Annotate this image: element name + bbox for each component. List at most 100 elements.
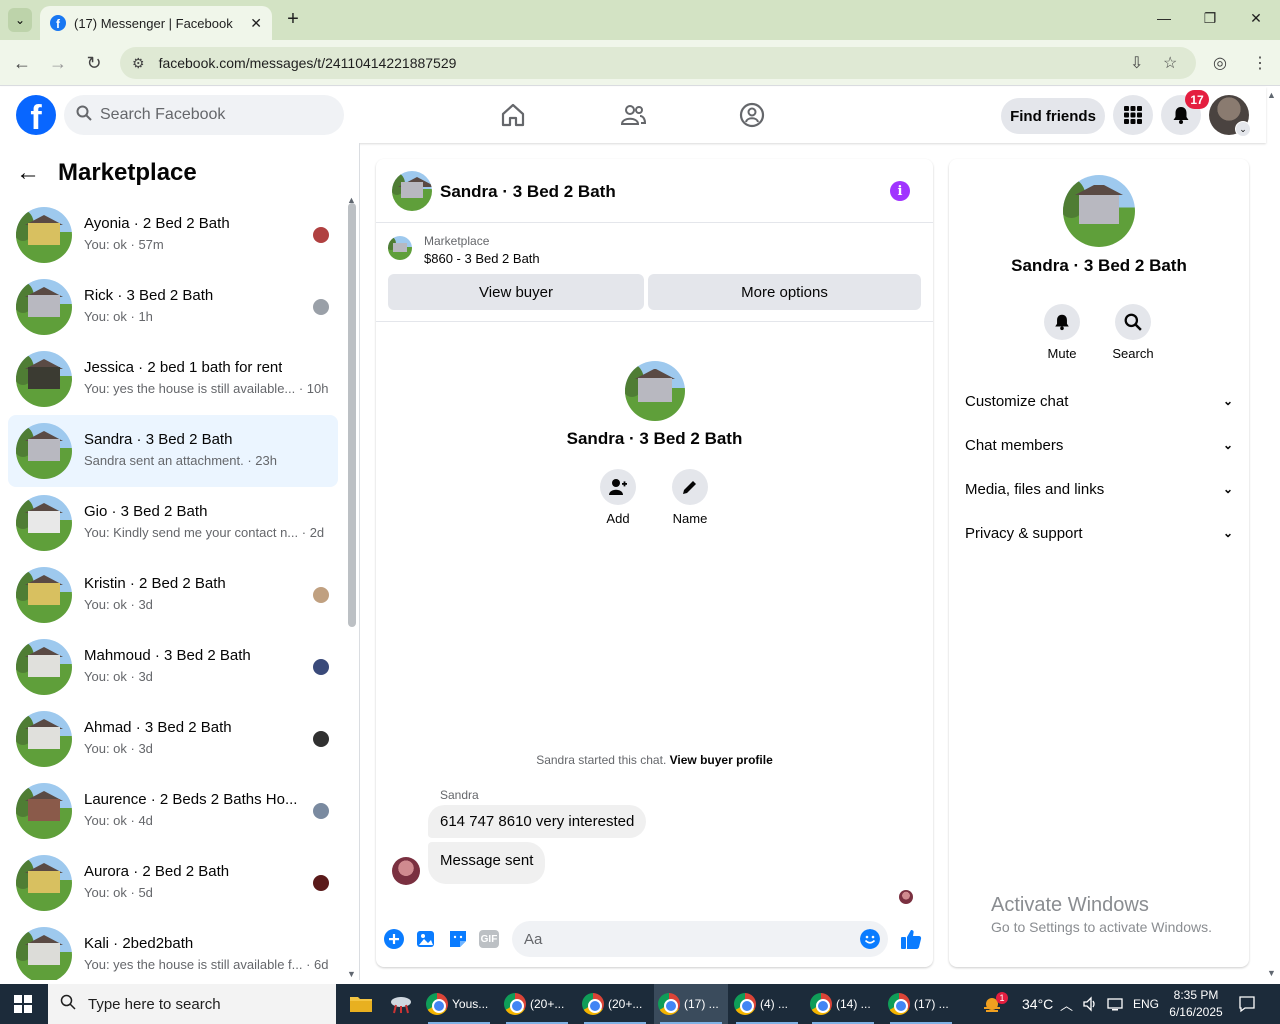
photo-icon[interactable] (415, 928, 437, 950)
seen-indicator-avatar (899, 890, 913, 904)
pinned-app-icon[interactable] (384, 984, 418, 1024)
taskbar-chrome-window[interactable]: (20+... (578, 984, 652, 1024)
taskbar-search-box[interactable]: Type here to search (48, 984, 336, 1024)
conversation-item[interactable]: Gio · 3 Bed 2 Bath You: Kindly send me yo… (8, 487, 338, 559)
taskbar-chrome-window[interactable]: Yous... (422, 984, 496, 1024)
friends-icon[interactable] (619, 101, 647, 129)
scroll-down-arrow-icon[interactable]: ▼ (347, 969, 356, 979)
reload-icon[interactable]: ↻ (83, 52, 105, 74)
add-people-button[interactable]: Add (583, 469, 653, 526)
more-options-button[interactable]: More options (648, 274, 921, 310)
network-icon[interactable] (1107, 984, 1125, 1024)
privacy-support-item[interactable]: Privacy & support ⌄ (965, 511, 1233, 555)
conversation-name: Aurora · 2 Bed 2 Bath (84, 863, 230, 880)
name-chat-button[interactable]: Name (655, 469, 725, 526)
file-explorer-icon[interactable] (344, 984, 378, 1024)
conversation-item[interactable]: Kali · 2bed2bath You: yes the house is st… (8, 919, 338, 980)
search-icon (76, 105, 92, 126)
conversation-sidebar: ← Marketplace Ayonia · 2 Bed 2 Bath You: … (0, 143, 360, 980)
taskbar-clock[interactable]: 8:35 PM 6/16/2025 (1163, 987, 1229, 1021)
plus-circle-icon[interactable] (383, 928, 405, 950)
volume-icon[interactable] (1082, 984, 1098, 1024)
notification-center-icon[interactable] (1238, 984, 1256, 1024)
customize-chat-item[interactable]: Customize chat ⌄ (965, 379, 1233, 423)
conversation-item[interactable]: Kristin · 2 Bed 2 Bath You: ok · 3d (8, 559, 338, 631)
conversation-item[interactable]: Ahmad · 3 Bed 2 Bath You: ok · 3d (8, 703, 338, 775)
search-in-chat-button[interactable]: Search (1103, 304, 1163, 361)
message-placeholder: Aa (524, 930, 543, 948)
conversation-preview: You: ok · 1h (84, 309, 153, 324)
taskbar-chrome-window[interactable]: (20+... (500, 984, 574, 1024)
language-indicator[interactable]: ENG (1133, 984, 1159, 1024)
site-settings-icon[interactable]: ⚙ (132, 55, 145, 72)
listing-thumbnail (16, 711, 72, 767)
conversation-preview: You: yes the house is still available f.… (84, 957, 329, 972)
conversation-preview: You: Kindly send me your contact n... · … (84, 525, 325, 540)
back-arrow-icon[interactable]: ← (11, 52, 33, 74)
weather-widget[interactable]: 1 34°C (980, 984, 1053, 1024)
tab-search-menu-button[interactable]: ⌄ (8, 8, 32, 32)
taskbar-chrome-window[interactable]: (17) ... (884, 984, 958, 1024)
chat-members-item[interactable]: Chat members ⌄ (965, 423, 1233, 467)
view-buyer-button[interactable]: View buyer (388, 274, 644, 310)
gif-icon[interactable]: GIF (479, 930, 499, 948)
tab-close-icon[interactable]: ✕ (250, 15, 262, 32)
sticker-icon[interactable] (447, 928, 469, 950)
conversation-item[interactable]: Jessica · 2 bed 1 bath for rent You: yes … (8, 343, 338, 415)
minimize-button[interactable]: — (1154, 10, 1174, 26)
install-app-icon[interactable]: ⇩ (1130, 53, 1143, 73)
windows-start-icon[interactable] (14, 995, 32, 1013)
conversation-preview: You: ok · 4d (84, 813, 153, 828)
message-bubble[interactable]: Message sent (428, 842, 546, 884)
menu-grid-button[interactable] (1113, 95, 1153, 135)
page-scroll-up-icon[interactable]: ▲ (1267, 90, 1276, 100)
conversation-item[interactable]: Sandra · 3 Bed 2 Bath Sandra sent an atta… (8, 415, 338, 487)
conversation-item[interactable]: Mahmoud · 3 Bed 2 Bath You: ok · 3d (8, 631, 338, 703)
profile-icon[interactable]: ◎ (1213, 53, 1227, 73)
temperature: 34°C (1022, 996, 1054, 1012)
conversation-item[interactable]: Laurence · 2 Beds 2 Baths Ho... You: ok ·… (8, 775, 338, 847)
conversation-item[interactable]: Aurora · 2 Bed 2 Bath You: ok · 5d (8, 847, 338, 919)
conversation-name: Ahmad · 3 Bed 2 Bath (84, 719, 232, 736)
tray-chevron-icon[interactable]: ︿ (1060, 984, 1073, 1024)
close-window-button[interactable]: ✕ (1246, 10, 1266, 27)
emoji-icon[interactable] (860, 929, 880, 949)
address-bar[interactable]: ⚙ facebook.com/messages/t/24110414221887… (120, 47, 1196, 79)
chevron-down-icon[interactable]: ⌄ (1235, 121, 1251, 137)
facebook-logo-icon[interactable]: f (16, 95, 56, 135)
taskbar-chrome-window[interactable]: (17) ... (654, 984, 728, 1024)
taskbar-chrome-window[interactable]: (14) ... (806, 984, 880, 1024)
message-input[interactable]: Aa (512, 921, 888, 957)
browser-tab[interactable]: f (17) Messenger | Facebook ✕ (40, 6, 272, 40)
sender-avatar[interactable] (392, 857, 420, 885)
media-files-links-item[interactable]: Media, files and links ⌄ (965, 467, 1233, 511)
message-bubble[interactable]: 614 747 8610 very interested (428, 805, 647, 838)
listing-thumbnail (16, 207, 72, 263)
sidebar-scrollbar[interactable] (348, 203, 356, 627)
forward-arrow-icon[interactable]: → (47, 52, 69, 74)
browser-menu-icon[interactable]: ⋮ (1252, 53, 1268, 73)
conversation-item[interactable]: Ayonia · 2 Bed 2 Bath You: ok · 57m (8, 199, 338, 271)
conversation-item[interactable]: Rick · 3 Bed 2 Bath You: ok · 1h (8, 271, 338, 343)
page-scroll-down-icon[interactable]: ▼ (1267, 968, 1276, 978)
taskbar-chrome-window[interactable]: (4) ... (730, 984, 804, 1024)
chat-title[interactable]: Sandra · 3 Bed 2 Bath (440, 182, 616, 202)
back-arrow-icon[interactable]: ← (16, 159, 40, 187)
chevron-down-icon: ⌄ (1222, 394, 1233, 408)
find-friends-button[interactable]: Find friends (1001, 98, 1105, 134)
new-tab-button[interactable]: + (282, 8, 304, 30)
facebook-search-input[interactable]: Search Facebook (64, 95, 344, 135)
url-text: facebook.com/messages/t/2411041422188752… (158, 55, 457, 71)
mute-button[interactable]: Mute (1032, 304, 1092, 361)
groups-icon[interactable] (738, 101, 766, 129)
home-icon[interactable] (499, 101, 527, 129)
view-buyer-profile-link[interactable]: View buyer profile (670, 753, 773, 767)
bookmark-star-icon[interactable]: ☆ (1163, 53, 1177, 73)
maximize-button[interactable]: ❐ (1200, 10, 1220, 27)
thumbs-up-icon[interactable] (899, 927, 923, 951)
tab-title: (17) Messenger | Facebook (74, 15, 233, 31)
chat-avatar[interactable] (392, 171, 432, 211)
started-text: Sandra started this chat. (536, 753, 667, 767)
info-icon[interactable]: i (890, 181, 910, 201)
conversation-preview: You: ok · 57m (84, 237, 164, 252)
